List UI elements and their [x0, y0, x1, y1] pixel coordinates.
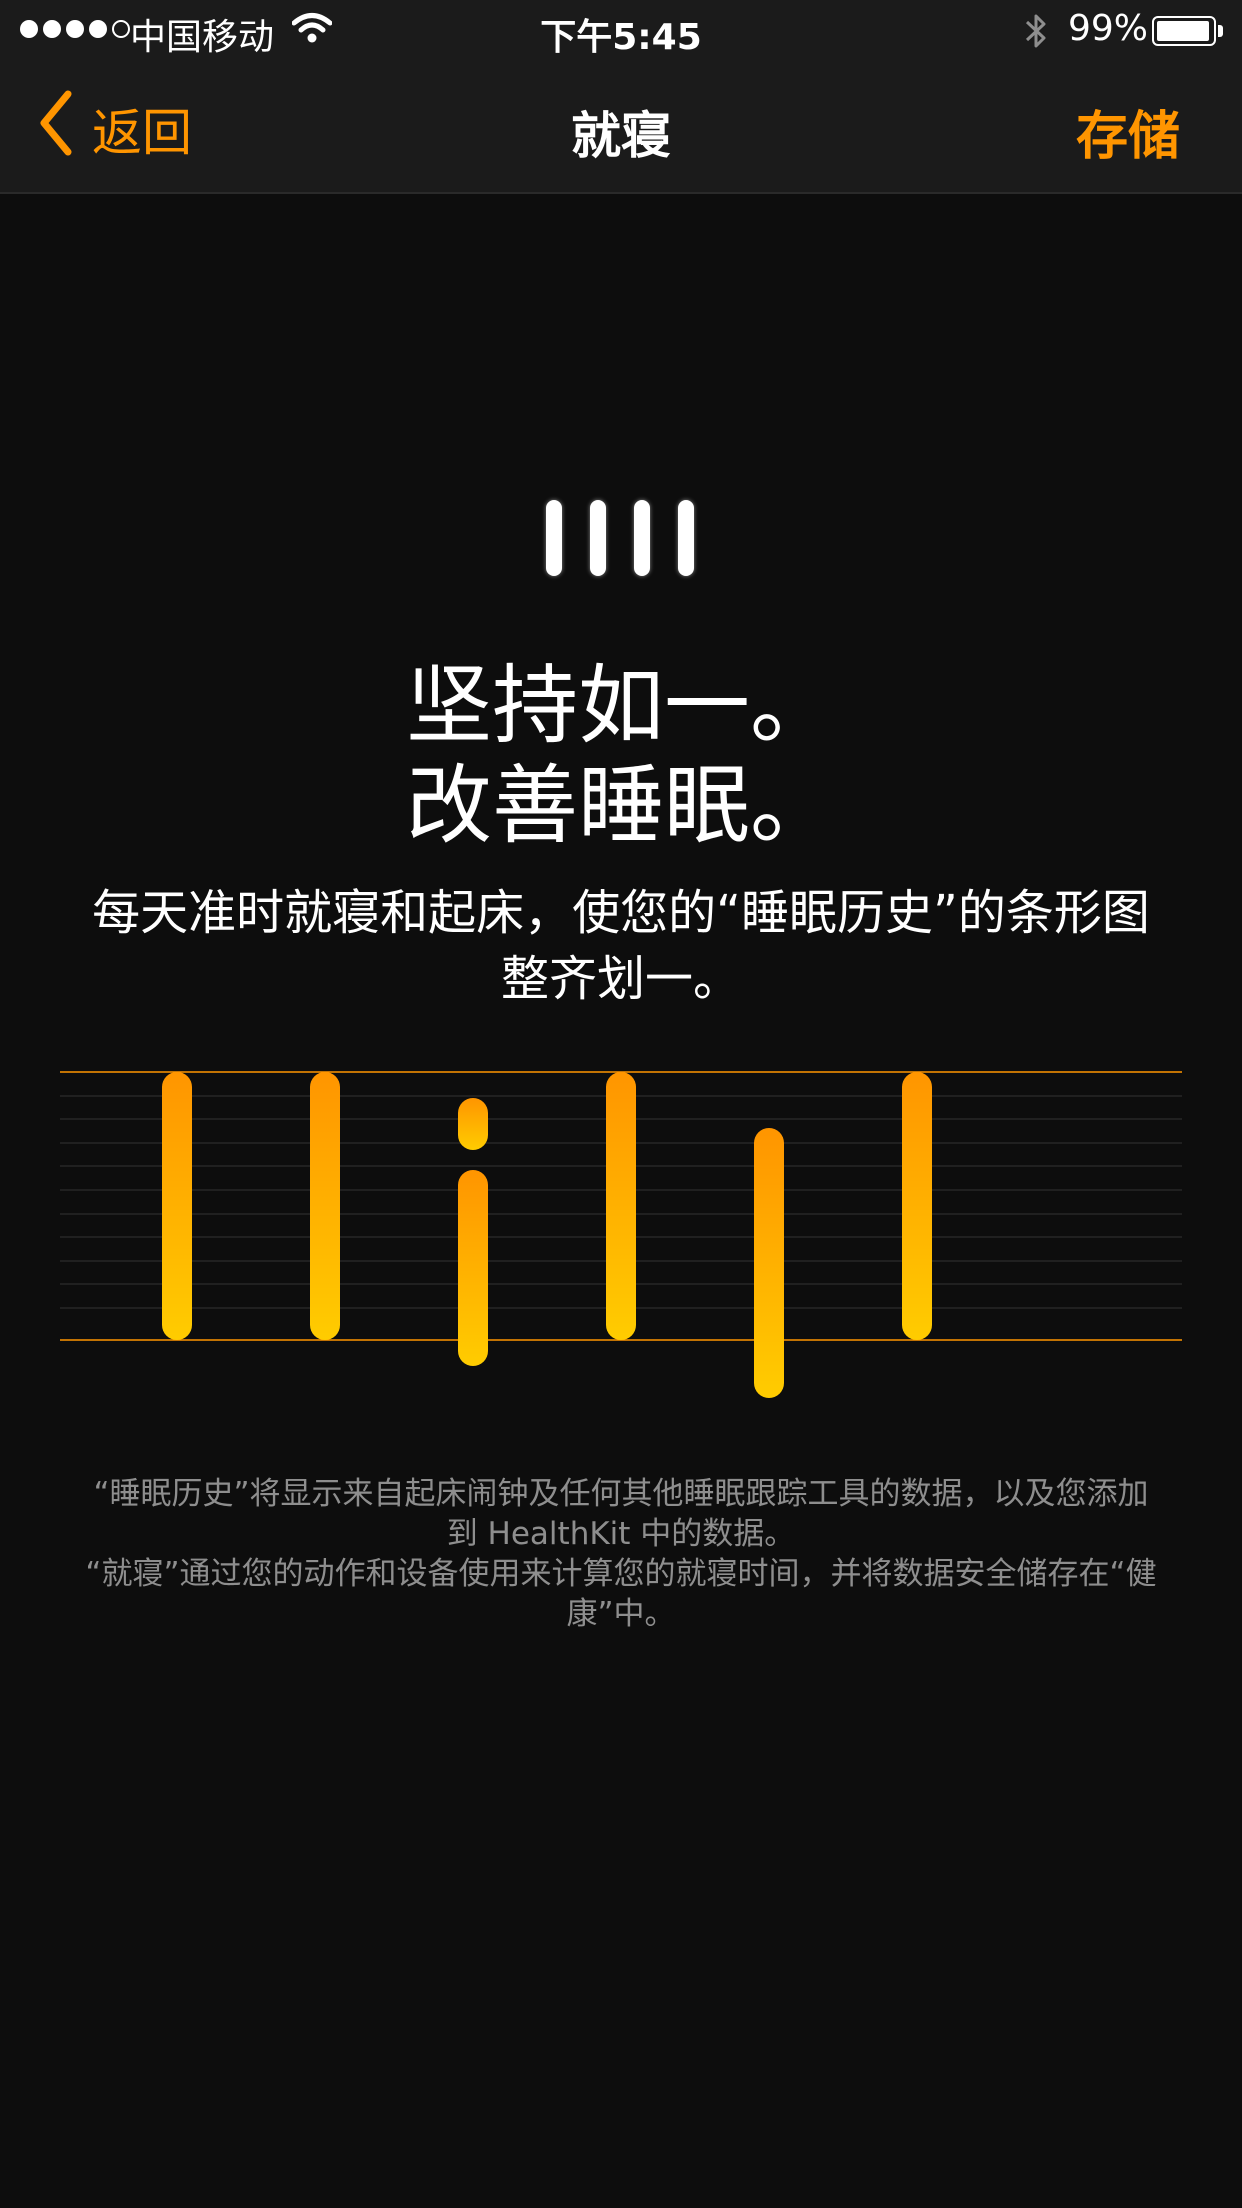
sleep-bar-6: [902, 1072, 932, 1340]
battery-percentage: 99%: [1068, 8, 1149, 49]
bedtime-logo-icon: [546, 500, 694, 576]
headline-line-2: 改善睡眠。: [406, 756, 836, 856]
sleep-bar-2: [310, 1072, 340, 1340]
sleep-bar-3-top: [458, 1098, 488, 1150]
footnote-sleep-history: “睡眠历史”将显示来自起床闹钟及任何其他睡眠跟踪工具的数据，以及您添加到 Hea…: [93, 1476, 1149, 1552]
sleep-bar-3-bottom: [458, 1170, 488, 1366]
navigation-bar: 返回 就寝 存储: [0, 60, 1242, 194]
save-button[interactable]: 存储: [1076, 94, 1180, 169]
sleep-bar-4: [606, 1072, 636, 1340]
sleep-history-illustration: [60, 1071, 1182, 1398]
battery-icon: [1152, 16, 1216, 46]
sleep-bar-5: [754, 1128, 784, 1398]
status-time: 下午5:45: [540, 17, 702, 58]
bluetooth-icon: [1022, 10, 1050, 61]
headline-line-1: 坚持如一。: [406, 656, 836, 756]
status-bar: 中国移动 下午5:45 99%: [0, 0, 1242, 60]
page-title: 就寝: [571, 107, 671, 165]
sleep-bar-1: [162, 1072, 192, 1340]
footnote-bedtime: “就寝”通过您的动作和设备使用来计算您的就寝时间，并将数据安全储存在“健康”中。: [85, 1556, 1157, 1632]
headline: 坚持如一。 改善睡眠。: [0, 656, 1242, 856]
footnote: “睡眠历史”将显示来自起床闹钟及任何其他睡眠跟踪工具的数据，以及您添加到 Hea…: [80, 1474, 1162, 1634]
battery-tip: [1218, 25, 1223, 37]
subtitle: 每天准时就寝和起床，使您的“睡眠历史”的条形图整齐划一。: [92, 885, 1150, 1007]
